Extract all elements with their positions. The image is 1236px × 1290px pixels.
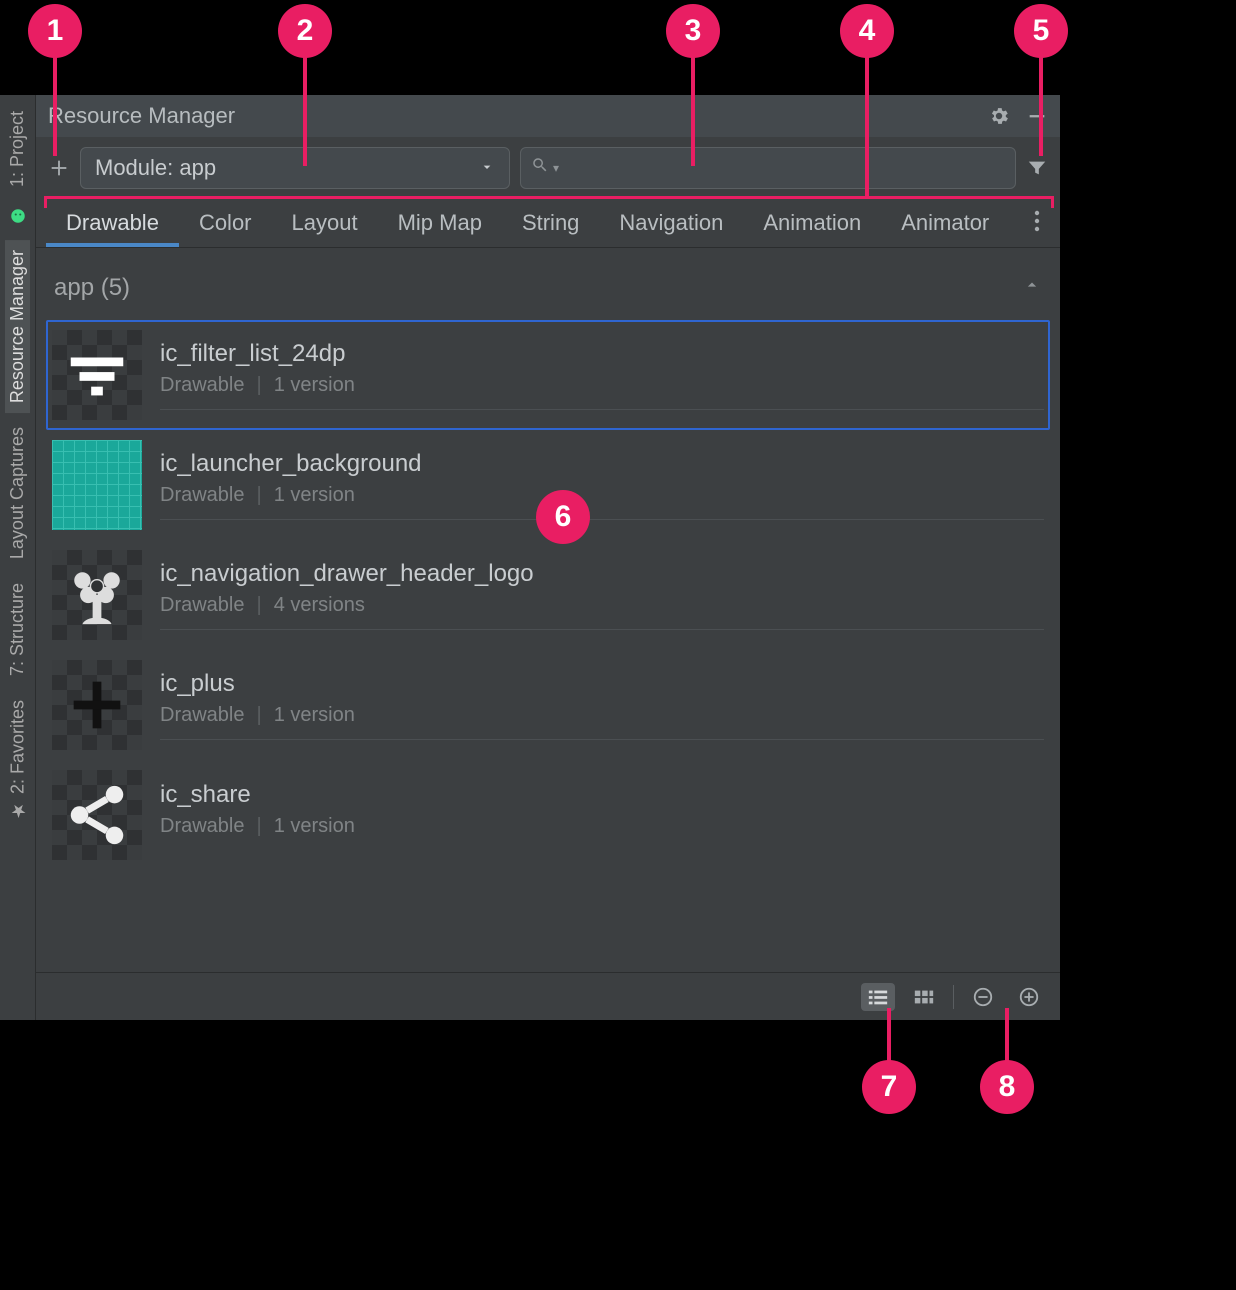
- thumbnail: [52, 330, 142, 420]
- chevron-down-icon: [479, 155, 495, 181]
- toolbar: Module: app ▾: [36, 137, 1060, 199]
- thumbnail: [52, 770, 142, 860]
- resource-name: ic_launcher_background: [160, 450, 1044, 478]
- rail-item-favorites[interactable]: ★ 2: Favorites: [5, 690, 31, 831]
- rail-item-structure[interactable]: 7: Structure: [5, 573, 30, 686]
- resource-row[interactable]: ic_navigation_drawer_header_logo Drawabl…: [46, 540, 1050, 650]
- resource-type: Drawable: [160, 374, 244, 397]
- resource-versions: 4 versions: [274, 594, 365, 617]
- group-label: app (5): [54, 274, 130, 302]
- group-header[interactable]: app (5): [36, 248, 1060, 320]
- titlebar: Resource Manager: [36, 95, 1060, 137]
- rail-label: 7: Structure: [7, 583, 28, 676]
- resource-type: Drawable: [160, 704, 244, 727]
- left-tool-rail: 1: Project Resource Manager Layout Captu…: [0, 95, 36, 1020]
- callout-7: 7: [862, 1060, 916, 1114]
- rail-label: 1: Project: [7, 111, 28, 187]
- star-icon: ★: [7, 800, 29, 821]
- android-icon: [9, 207, 27, 230]
- resource-row[interactable]: ic_plus Drawable | 1 version: [46, 650, 1050, 760]
- thumbnail: [52, 550, 142, 640]
- resource-versions: 1 version: [274, 374, 355, 397]
- callout-6: 6: [536, 490, 590, 544]
- rail-label: 2: Favorites: [7, 700, 28, 794]
- divider: [953, 985, 954, 1009]
- rail-label: Resource Manager: [7, 250, 28, 403]
- rail-item-layout-captures[interactable]: Layout Captures: [5, 417, 30, 569]
- thumbnail: [52, 660, 142, 750]
- resource-name: ic_plus: [160, 670, 1044, 698]
- rail-label: Layout Captures: [7, 427, 28, 559]
- resource-type: Drawable: [160, 815, 244, 838]
- zoom-out-icon[interactable]: [966, 983, 1000, 1011]
- callout-3: 3: [666, 4, 720, 58]
- list-view-icon[interactable]: [861, 983, 895, 1011]
- resource-name: ic_filter_list_24dp: [160, 340, 1044, 368]
- resource-versions: 1 version: [274, 704, 355, 727]
- callout-2: 2: [278, 4, 332, 58]
- gear-icon[interactable]: [988, 105, 1010, 127]
- search-icon: [531, 156, 549, 180]
- panel-title: Resource Manager: [48, 103, 235, 129]
- module-select[interactable]: Module: app: [80, 147, 510, 189]
- chevron-down-icon: ▾: [553, 161, 559, 175]
- thumbnail: [52, 440, 142, 530]
- callout-4: 4: [840, 4, 894, 58]
- rail-item-resource-manager[interactable]: Resource Manager: [5, 240, 30, 413]
- panel-body: Resource Manager Module: app: [36, 95, 1060, 1020]
- zoom-in-icon[interactable]: [1012, 983, 1046, 1011]
- search-box[interactable]: ▾: [520, 147, 1016, 189]
- resource-versions: 1 version: [274, 484, 355, 507]
- resource-name: ic_navigation_drawer_header_logo: [160, 560, 1044, 588]
- resource-name: ic_share: [160, 781, 1044, 809]
- resource-versions: 1 version: [274, 815, 355, 838]
- add-button[interactable]: [48, 157, 70, 179]
- rail-item-project[interactable]: 1: Project: [5, 101, 30, 197]
- search-input[interactable]: [563, 157, 1005, 180]
- module-select-label: Module: app: [95, 155, 216, 181]
- resource-list: ic_filter_list_24dp Drawable | 1 version…: [36, 320, 1060, 878]
- filter-icon[interactable]: [1026, 157, 1048, 179]
- tabs-overflow-icon[interactable]: [1024, 204, 1050, 243]
- resource-manager-panel: 1: Project Resource Manager Layout Captu…: [0, 95, 1060, 1020]
- resource-row[interactable]: ic_share Drawable | 1 version: [46, 760, 1050, 870]
- callout-1: 1: [28, 4, 82, 58]
- callout-8: 8: [980, 1060, 1034, 1114]
- footer-toolbar: [36, 972, 1060, 1020]
- resource-row[interactable]: ic_filter_list_24dp Drawable | 1 version: [46, 320, 1050, 430]
- chevron-up-icon: [1022, 274, 1042, 302]
- callout-5: 5: [1014, 4, 1068, 58]
- grid-view-icon[interactable]: [907, 983, 941, 1011]
- minimize-icon[interactable]: [1026, 105, 1048, 127]
- resource-type: Drawable: [160, 484, 244, 507]
- resource-type: Drawable: [160, 594, 244, 617]
